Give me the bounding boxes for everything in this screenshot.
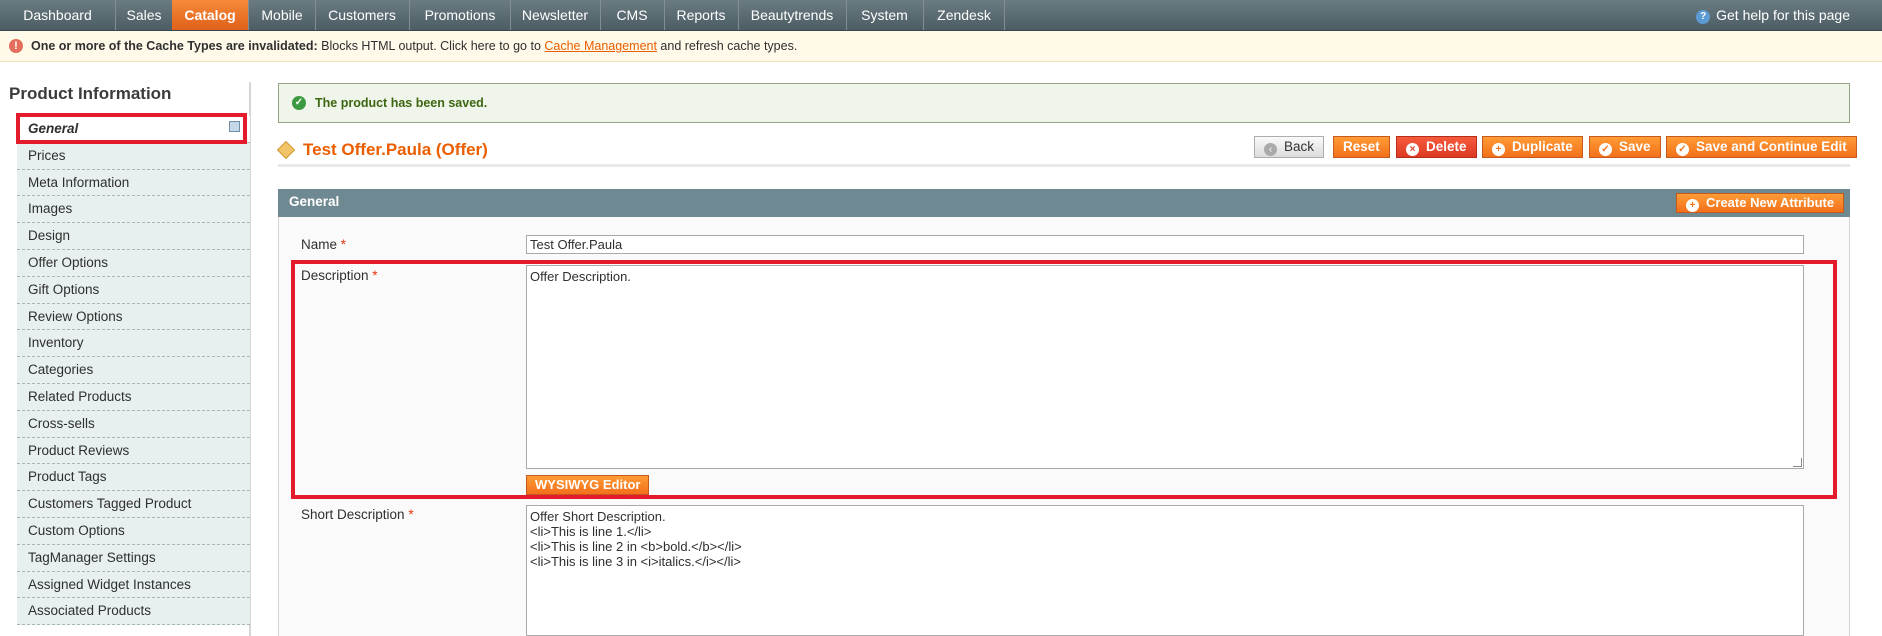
check-icon: ✓ — [1599, 143, 1612, 156]
sidebar-title: Product Information — [9, 84, 172, 103]
save-label: Save — [1619, 139, 1651, 154]
product-tabs: General Prices Meta Information Images D… — [17, 116, 250, 626]
delete-icon: × — [1406, 143, 1419, 156]
name-field[interactable]: Test Offer.Paula — [526, 235, 1804, 254]
sidebar-item-associated-products[interactable]: Associated Products — [17, 598, 250, 626]
name-label-text: Name — [301, 237, 338, 252]
reset-button[interactable]: Reset — [1333, 136, 1390, 158]
create-attribute-label: Create New Attribute — [1706, 195, 1835, 210]
short-description-label-text: Short Description — [301, 507, 405, 522]
sidebar-item-design[interactable]: Design — [17, 223, 250, 250]
sidebar-item-product-tags[interactable]: Product Tags — [17, 464, 250, 492]
sidebar-item-custom-options[interactable]: Custom Options — [17, 517, 250, 545]
collapse-icon[interactable] — [229, 121, 240, 132]
notice-text-1: Blocks HTML output. Click here to go to — [317, 39, 545, 53]
success-text: The product has been saved. — [315, 96, 488, 110]
save-continue-label: Save and Continue Edit — [1696, 139, 1847, 154]
save-and-continue-button[interactable]: ✓ Save and Continue Edit — [1666, 136, 1857, 158]
cache-management-link[interactable]: Cache Management — [544, 39, 657, 53]
delete-label: Delete — [1426, 139, 1467, 154]
nav-dashboard[interactable]: Dashboard — [0, 0, 116, 30]
success-message: ✓ The product has been saved. — [278, 83, 1850, 123]
nav-zendesk[interactable]: Zendesk — [924, 0, 1005, 30]
header-divider — [278, 164, 1850, 167]
sidebar-item-offer-options[interactable]: Offer Options — [17, 249, 250, 277]
page-title: Test Offer.Paula (Offer) — [303, 140, 488, 159]
back-button[interactable]: ‹ Back — [1254, 136, 1325, 158]
help-label: Get help for this page — [1716, 7, 1850, 23]
duplicate-label: Duplicate — [1512, 139, 1573, 154]
sidebar-item-prices[interactable]: Prices — [17, 142, 250, 170]
create-new-attribute-button[interactable]: + Create New Attribute — [1676, 193, 1845, 213]
description-textarea[interactable]: Offer Description. — [526, 265, 1804, 469]
sidebar-item-cross-sells[interactable]: Cross-sells — [17, 410, 250, 438]
plus-icon: + — [1686, 199, 1699, 212]
delete-button[interactable]: × Delete — [1396, 136, 1477, 158]
sidebar-item-product-reviews[interactable]: Product Reviews — [17, 437, 250, 465]
nav-beautytrends[interactable]: Beautytrends — [738, 0, 847, 30]
sidebar-item-assigned-widget-instances[interactable]: Assigned Widget Instances — [17, 571, 250, 599]
notice-bold: One or more of the Cache Types are inval… — [31, 39, 318, 53]
nav-promotions[interactable]: Promotions — [410, 0, 511, 30]
top-nav: Dashboard Sales Catalog Mobile Customers… — [0, 0, 1882, 31]
description-label-text: Description — [301, 268, 369, 283]
nav-sales[interactable]: Sales — [116, 0, 173, 30]
short-description-textarea[interactable]: Offer Short Description. <li>This is lin… — [526, 505, 1804, 636]
nav-newsletter[interactable]: Newsletter — [510, 0, 601, 30]
sidebar-item-inventory[interactable]: Inventory — [17, 330, 250, 358]
nav-customers[interactable]: Customers — [315, 0, 410, 30]
description-label: Description * — [301, 268, 378, 283]
product-icon — [276, 140, 296, 160]
nav-system[interactable]: System — [846, 0, 924, 30]
required-mark: * — [372, 268, 378, 283]
sidebar-item-general[interactable]: General — [17, 116, 250, 143]
help-icon: ? — [1696, 10, 1711, 24]
back-label: Back — [1284, 139, 1315, 154]
description-text: Offer Description. — [530, 269, 631, 284]
sidebar-item-related-products[interactable]: Related Products — [17, 383, 250, 411]
success-icon: ✓ — [292, 96, 306, 110]
fieldset-title: General — [289, 194, 340, 209]
check-icon: ✓ — [1676, 143, 1689, 156]
notice-text-2: and refresh cache types. — [656, 39, 798, 53]
sidebar-item-review-options[interactable]: Review Options — [17, 303, 250, 331]
sidebar-item-tagmanager-settings[interactable]: TagManager Settings — [17, 544, 250, 572]
back-arrow-icon: ‹ — [1264, 143, 1277, 156]
reset-label: Reset — [1343, 139, 1380, 154]
help-link[interactable]: ? Get help for this page — [1696, 0, 1850, 30]
fieldset-header: General — [278, 189, 1850, 217]
save-button[interactable]: ✓ Save — [1589, 136, 1661, 158]
plus-icon: + — [1492, 143, 1505, 156]
sidebar-item-images[interactable]: Images — [17, 196, 250, 224]
name-label: Name * — [301, 237, 346, 252]
sidebar-item-customers-tagged-product[interactable]: Customers Tagged Product — [17, 491, 250, 518]
wysiwyg-editor-button[interactable]: WYSIWYG Editor — [526, 475, 650, 495]
notice-text: One or more of the Cache Types are inval… — [31, 31, 797, 61]
nav-mobile[interactable]: Mobile — [249, 0, 316, 30]
sidebar-item-meta-information[interactable]: Meta Information — [17, 169, 250, 197]
duplicate-button[interactable]: + Duplicate — [1482, 136, 1583, 158]
cache-notice: ! One or more of the Cache Types are inv… — [0, 31, 1882, 62]
warning-icon: ! — [9, 39, 23, 53]
short-description-label: Short Description * — [301, 507, 414, 522]
sidebar-item-gift-options[interactable]: Gift Options — [17, 276, 250, 304]
nav-catalog[interactable]: Catalog — [172, 0, 249, 30]
required-mark: * — [340, 237, 347, 252]
nav-reports[interactable]: Reports — [664, 0, 739, 30]
nav-cms[interactable]: CMS — [600, 0, 665, 30]
required-mark: * — [408, 507, 414, 522]
resize-handle-icon[interactable] — [1793, 458, 1802, 467]
sidebar-item-categories[interactable]: Categories — [17, 357, 250, 384]
